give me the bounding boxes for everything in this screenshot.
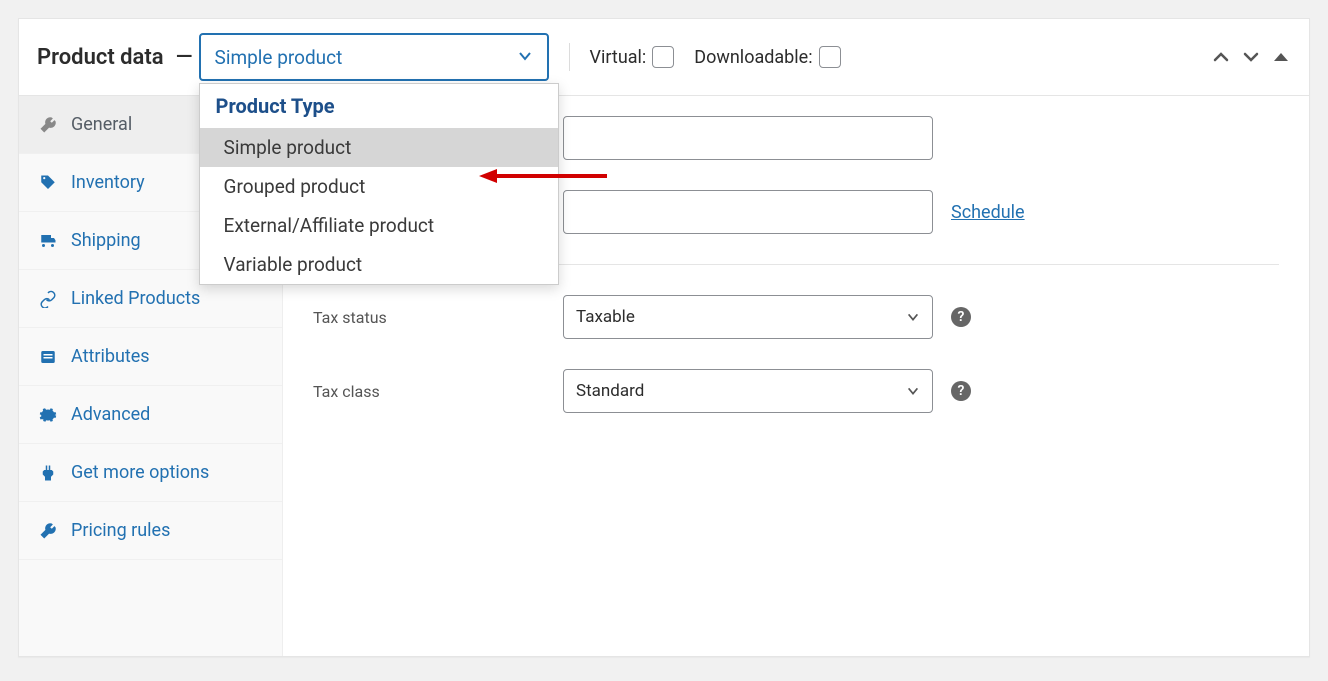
sale-price-input[interactable]	[563, 190, 933, 234]
dropdown-option-simple[interactable]: Simple product	[200, 128, 558, 167]
tax-status-row: Tax status Taxable ?	[313, 295, 1279, 339]
chevron-down-icon	[517, 46, 533, 69]
tax-class-row: Tax class Standard ?	[313, 369, 1279, 413]
plug-icon	[39, 464, 57, 482]
chevron-down-icon	[906, 384, 920, 398]
title-dash: —	[176, 45, 193, 70]
schedule-link[interactable]: Schedule	[951, 202, 1025, 223]
tag-icon	[39, 174, 57, 192]
panel-title: Product data	[37, 45, 164, 70]
tab-advanced[interactable]: Advanced	[19, 386, 282, 444]
downloadable-toggle-group: Downloadable:	[694, 46, 840, 68]
tab-label: Linked Products	[71, 288, 200, 309]
link-icon	[39, 290, 57, 308]
tab-label: Shipping	[71, 230, 141, 251]
separator	[569, 43, 570, 71]
downloadable-checkbox[interactable]	[819, 46, 841, 68]
move-down-icon[interactable]	[1241, 47, 1261, 67]
virtual-checkbox[interactable]	[652, 46, 674, 68]
downloadable-label: Downloadable:	[694, 47, 812, 68]
tab-label: Inventory	[71, 172, 145, 193]
dropdown-option-variable[interactable]: Variable product	[200, 245, 558, 284]
help-icon[interactable]: ?	[951, 307, 971, 327]
tax-status-value: Taxable	[576, 307, 635, 327]
virtual-label: Virtual:	[590, 47, 647, 68]
dropdown-option-external[interactable]: External/Affiliate product	[200, 206, 558, 245]
product-type-select[interactable]: Simple product Product Type Simple produ…	[199, 33, 549, 81]
tab-label: Attributes	[71, 346, 150, 367]
tab-label: Advanced	[71, 404, 150, 425]
gear-icon	[39, 406, 57, 424]
move-up-icon[interactable]	[1211, 47, 1231, 67]
tax-status-select[interactable]: Taxable	[563, 295, 933, 339]
list-icon	[39, 348, 57, 366]
dropdown-group-label: Product Type	[200, 84, 558, 128]
regular-price-input[interactable]	[563, 116, 933, 160]
tax-class-value: Standard	[576, 381, 644, 401]
panel-header-controls	[1211, 47, 1291, 67]
product-type-value: Simple product	[215, 46, 343, 69]
tab-attributes[interactable]: Attributes	[19, 328, 282, 386]
collapse-up-icon[interactable]	[1271, 47, 1291, 67]
chevron-down-icon	[906, 310, 920, 324]
wrench-icon	[39, 522, 57, 540]
panel-header: Product data — Simple product Product Ty…	[19, 19, 1309, 96]
tab-pricing-rules[interactable]: Pricing rules	[19, 502, 282, 560]
tax-class-label: Tax class	[313, 382, 563, 401]
product-data-panel: Product data — Simple product Product Ty…	[18, 18, 1310, 657]
dropdown-option-grouped[interactable]: Grouped product	[200, 167, 558, 206]
truck-icon	[39, 232, 57, 250]
virtual-toggle-group: Virtual:	[590, 46, 675, 68]
wrench-icon	[39, 116, 57, 134]
product-type-dropdown: Product Type Simple product Grouped prod…	[199, 83, 559, 285]
tax-status-label: Tax status	[313, 308, 563, 327]
tax-class-select[interactable]: Standard	[563, 369, 933, 413]
tab-get-more-options[interactable]: Get more options	[19, 444, 282, 502]
help-icon[interactable]: ?	[951, 381, 971, 401]
tab-label: Pricing rules	[71, 520, 170, 541]
tab-label: General	[71, 114, 132, 135]
tab-label: Get more options	[71, 462, 209, 483]
